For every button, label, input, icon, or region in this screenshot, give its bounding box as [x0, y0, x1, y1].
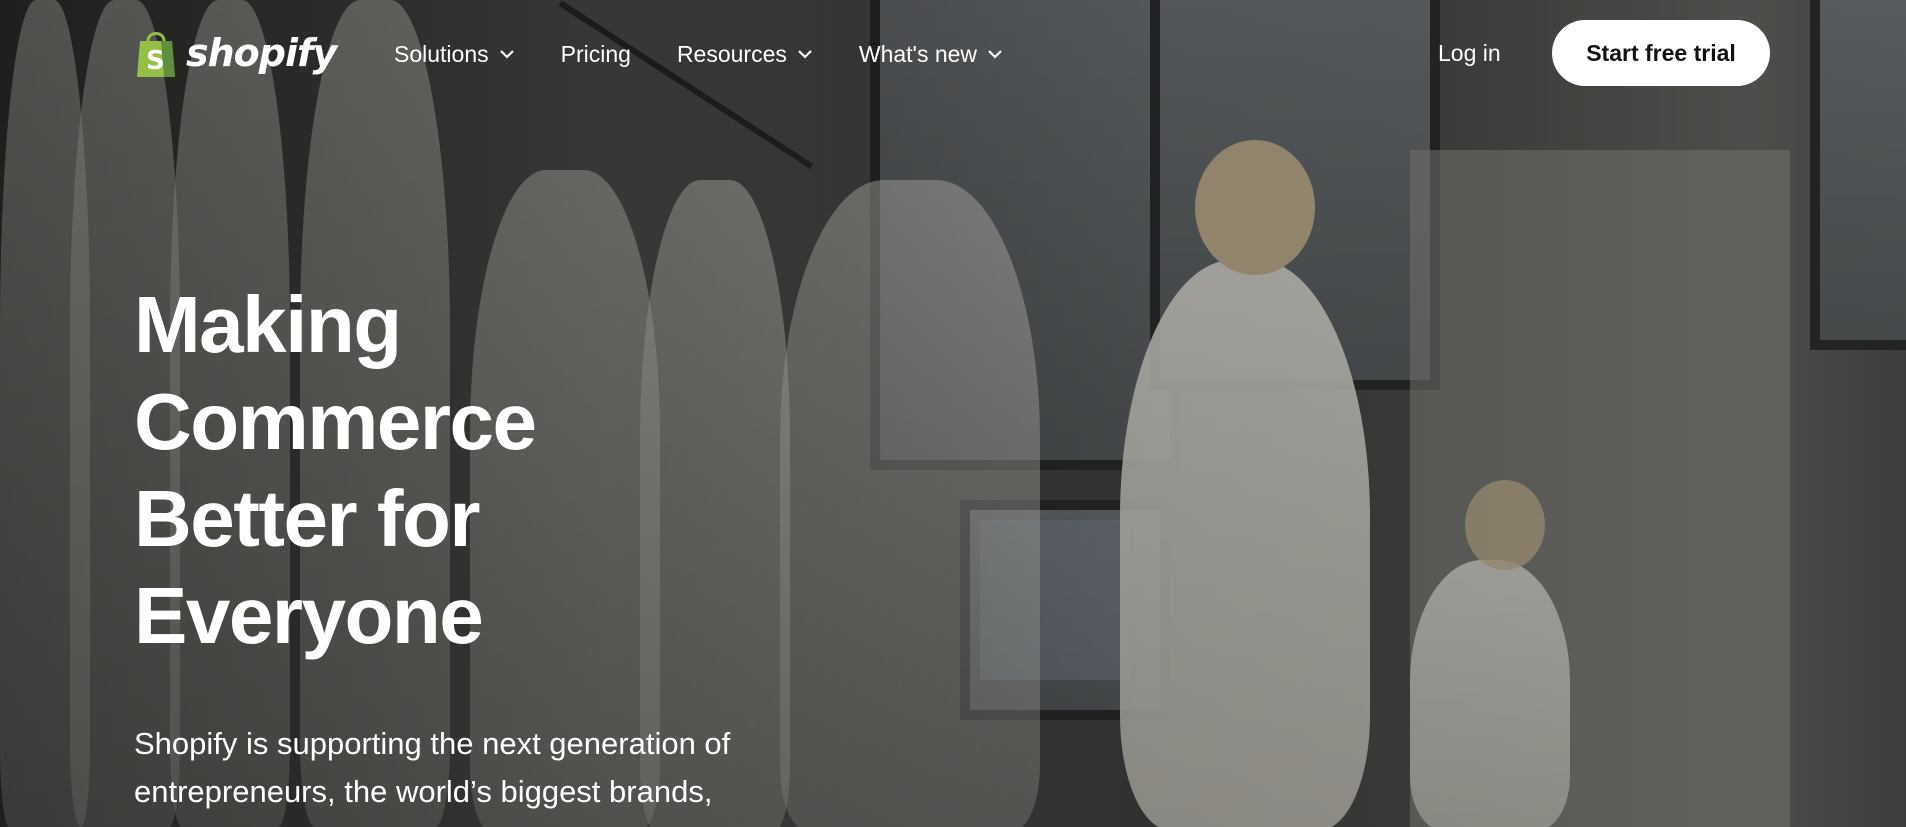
headline-line: Better for — [134, 474, 481, 563]
shopify-logo[interactable]: S shopify — [134, 26, 337, 80]
start-free-trial-button[interactable]: Start free trial — [1552, 20, 1770, 86]
shopping-bag-icon: S — [137, 32, 175, 77]
hero-subcopy: Shopify is supporting the next generatio… — [134, 720, 854, 816]
svg-text:S: S — [146, 46, 165, 76]
nav-item-label: Solutions — [394, 40, 489, 67]
subcopy-line: Shopify is supporting the next generatio… — [134, 726, 731, 761]
chevron-down-icon — [798, 50, 812, 59]
site-header: S shopify Solutions Pricing Resources Wh… — [0, 0, 1906, 108]
subcopy-line: entrepreneurs, the world’s biggest brand… — [134, 774, 713, 809]
login-link[interactable]: Log in — [1438, 40, 1501, 67]
headline-line: Making — [134, 280, 402, 369]
nav-item-label: What's new — [858, 40, 978, 67]
nav-item-label: Resources — [676, 40, 787, 67]
headline-line: Everyone — [134, 571, 484, 660]
brand-wordmark: shopify — [186, 31, 337, 75]
nav-item-whats-new[interactable]: What's new — [859, 41, 1003, 68]
primary-nav: Solutions Pricing Resources What's new — [394, 36, 1003, 72]
nav-item-pricing[interactable]: Pricing — [561, 41, 631, 68]
chevron-down-icon — [499, 50, 514, 59]
hero-section: S shopify Solutions Pricing Resources Wh… — [0, 0, 1906, 827]
nav-item-resources[interactable]: Resources — [677, 41, 813, 68]
nav-item-label: Pricing — [560, 40, 631, 67]
nav-item-solutions[interactable]: Solutions — [394, 41, 515, 68]
headline-line: Commerce — [134, 377, 537, 466]
chevron-down-icon — [988, 50, 1002, 59]
hero-headline: Making Commerce Better for Everyone — [134, 276, 754, 664]
